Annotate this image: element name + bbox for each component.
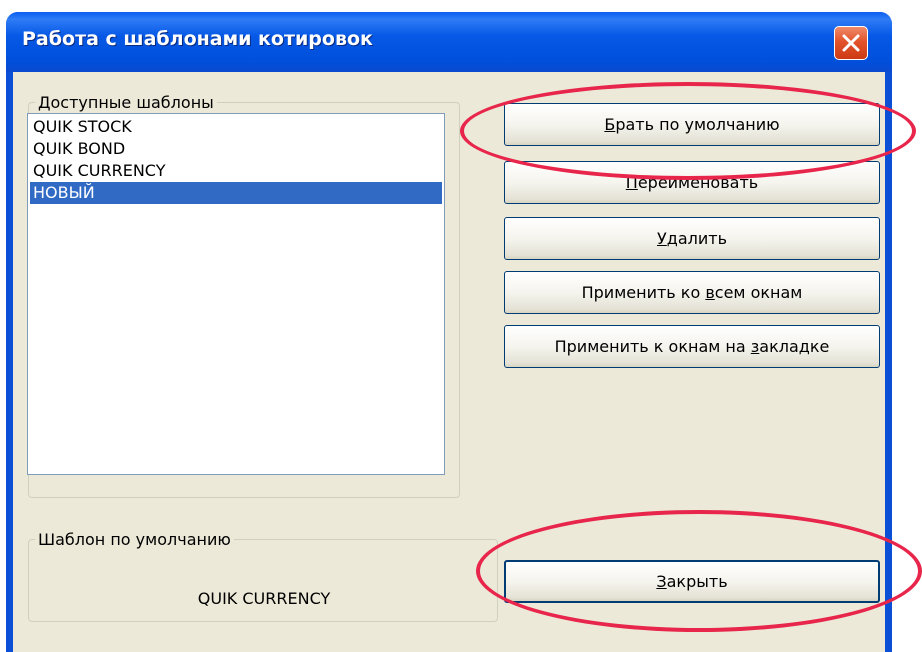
rename-button[interactable]: Переименовать — [504, 161, 880, 204]
list-item[interactable]: QUIK BOND — [30, 138, 442, 160]
list-item-selected[interactable]: НОВЫЙ — [30, 182, 442, 204]
title-bar[interactable]: Работа с шаблонами котировок — [6, 12, 892, 72]
default-template-label: Шаблон по умолчанию — [38, 530, 231, 549]
list-item[interactable]: QUIK STOCK — [30, 116, 442, 138]
apply-to-all-windows-button[interactable]: Применить ко всем окнам — [504, 271, 880, 314]
set-default-button[interactable]: Брать по умолчанию — [504, 103, 880, 146]
default-template-value: QUIK CURRENCY — [197, 589, 331, 608]
templates-listbox[interactable]: QUIK STOCK QUIK BOND QUIK CURRENCY НОВЫЙ — [27, 113, 445, 475]
dialog-body: Доступные шаблоны QUIK STOCK QUIK BOND Q… — [13, 72, 885, 652]
set-default-label: Брать по умолчанию — [604, 115, 780, 134]
close-dialog-label: Закрыть — [656, 572, 728, 591]
dialog-window: Работа с шаблонами котировок Доступные ш… — [6, 12, 892, 652]
apply-to-tab-windows-button[interactable]: Применить к окнам на закладке — [504, 325, 880, 368]
apply-to-tab-label: Применить к окнам на закладке — [554, 337, 830, 356]
apply-to-all-label: Применить ко всем окнам — [581, 283, 803, 302]
default-template-group: Шаблон по умолчанию QUIK CURRENCY — [28, 530, 498, 622]
window-title: Работа с шаблонами котировок — [22, 28, 373, 50]
close-button[interactable] — [834, 26, 868, 60]
list-item[interactable]: QUIK CURRENCY — [30, 160, 442, 182]
delete-button[interactable]: Удалить — [504, 217, 880, 260]
rename-label: Переименовать — [625, 173, 759, 192]
available-templates-label: Доступные шаблоны — [38, 93, 214, 112]
delete-label: Удалить — [657, 229, 727, 248]
close-dialog-button[interactable]: Закрыть — [504, 560, 880, 603]
close-icon — [842, 34, 860, 52]
